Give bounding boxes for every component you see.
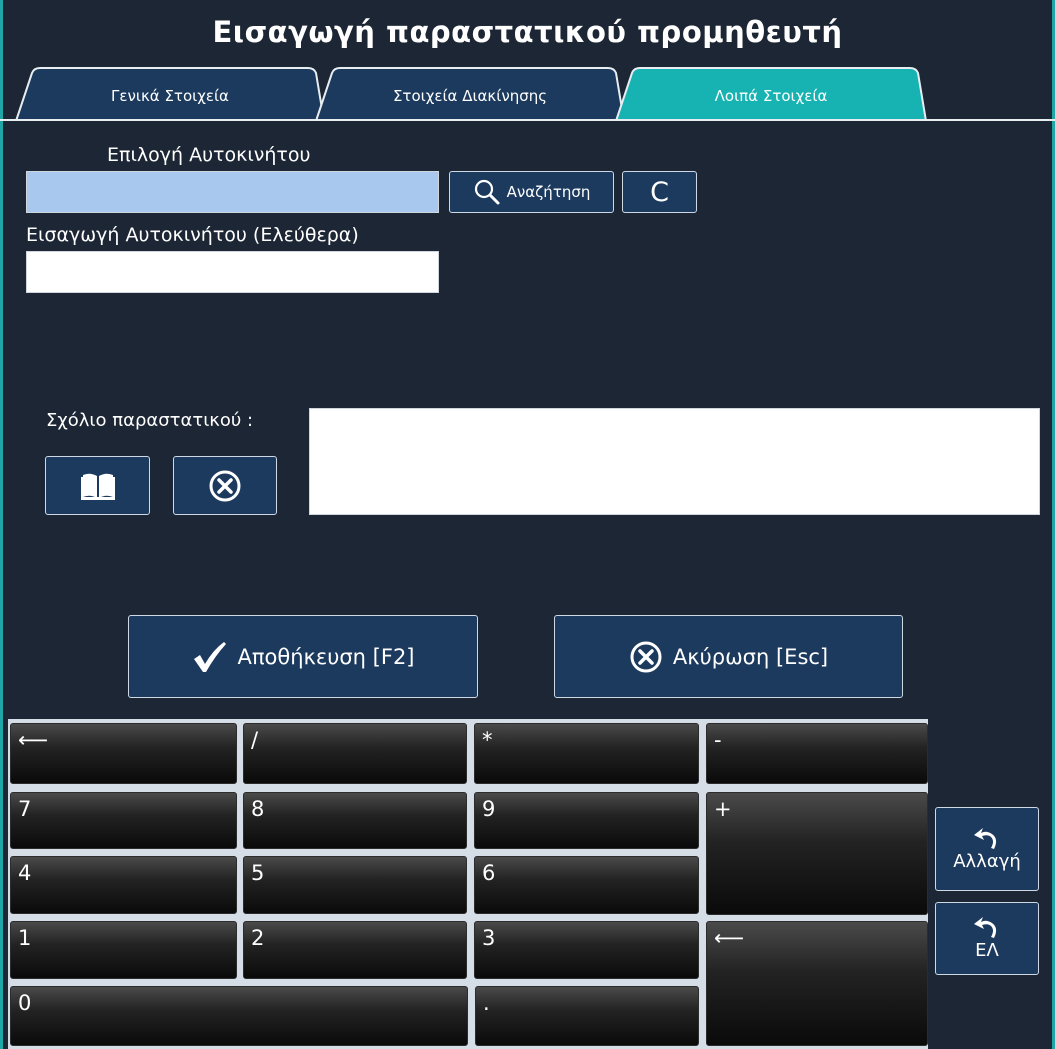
key-2[interactable]: 2 xyxy=(243,921,467,979)
undo-arrow-icon xyxy=(974,917,997,938)
cancel-button-label: Ακύρωση [Esc] xyxy=(672,644,829,669)
key-enter[interactable]: ⟵ xyxy=(706,921,928,1046)
tab-movement[interactable]: Στοιχεία Διακίνησης xyxy=(314,67,626,121)
vehicle-select-input[interactable] xyxy=(26,171,439,213)
key-5[interactable]: 5 xyxy=(243,856,467,914)
tab-bar: Γενικά Στοιχεία Στοιχεία Διακίνησης Λοιπ… xyxy=(0,62,1055,122)
comment-book-button[interactable] xyxy=(45,456,150,515)
key-multiply[interactable]: * xyxy=(474,723,699,784)
window-title: Εισαγωγή παραστατικού προμηθευτή xyxy=(212,15,843,49)
search-button[interactable]: Αναζήτηση xyxy=(449,171,614,213)
tab-other-label: Λοιπά Στοιχεία xyxy=(714,87,828,105)
vehicle-free-input[interactable] xyxy=(26,251,439,293)
key-plus[interactable]: + xyxy=(706,792,928,915)
circle-x-icon xyxy=(209,470,241,501)
change-keyboard-label: Αλλαγή xyxy=(953,850,1021,872)
vehicle-select-label: Επιλογή Αυτοκινήτου xyxy=(107,144,311,166)
key-backspace[interactable]: ⟵ xyxy=(10,723,237,784)
save-button[interactable]: Αποθήκευση [F2] xyxy=(128,615,478,698)
tab-other[interactable]: Λοιπά Στοιχεία xyxy=(614,67,928,121)
undo-arrow-icon xyxy=(974,827,997,849)
language-label: ΕΛ xyxy=(975,940,999,961)
key-divide[interactable]: / xyxy=(243,723,467,784)
tab-general[interactable]: Γενικά Στοιχεία xyxy=(14,67,326,121)
circle-x-icon xyxy=(630,641,662,672)
clear-vehicle-button[interactable]: C xyxy=(622,171,697,213)
vehicle-free-label: Εισαγωγή Αυτοκινήτου (Ελεύθερα) xyxy=(26,224,359,246)
key-0[interactable]: 0 xyxy=(10,986,468,1046)
save-button-label: Αποθήκευση [F2] xyxy=(237,644,415,669)
key-minus[interactable]: - xyxy=(706,723,928,784)
tab-underline xyxy=(0,119,1055,121)
key-4[interactable]: 4 xyxy=(10,856,237,914)
key-9[interactable]: 9 xyxy=(474,792,699,849)
search-icon xyxy=(474,179,500,205)
key-8[interactable]: 8 xyxy=(243,792,467,849)
comment-clear-button[interactable] xyxy=(173,456,277,515)
change-keyboard-button[interactable]: Αλλαγή xyxy=(935,807,1039,891)
key-7[interactable]: 7 xyxy=(10,792,237,849)
cancel-button[interactable]: Ακύρωση [Esc] xyxy=(554,615,903,698)
checkmark-icon xyxy=(194,641,227,672)
tab-movement-label: Στοιχεία Διακίνησης xyxy=(392,87,548,105)
search-button-label: Αναζήτηση xyxy=(506,183,591,201)
key-3[interactable]: 3 xyxy=(474,921,699,979)
key-6[interactable]: 6 xyxy=(474,856,699,914)
book-icon xyxy=(80,473,115,500)
comment-textarea[interactable] xyxy=(309,408,1040,515)
comment-label: Σχόλιο παραστατικού : xyxy=(46,410,254,431)
language-button[interactable]: ΕΛ xyxy=(935,902,1039,975)
tab-general-label: Γενικά Στοιχεία xyxy=(111,87,229,105)
key-dot[interactable]: . xyxy=(475,986,699,1046)
key-1[interactable]: 1 xyxy=(10,921,237,979)
